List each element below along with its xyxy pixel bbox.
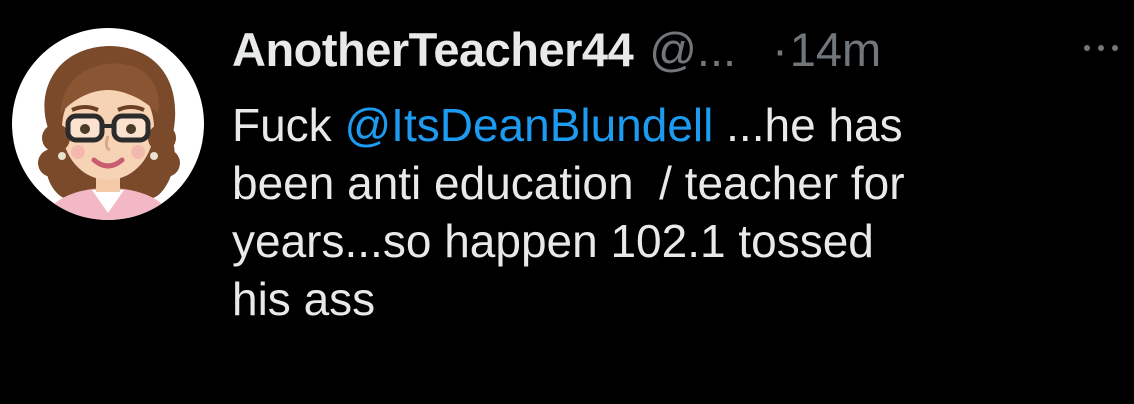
text-suffix: ...he has [713, 99, 903, 151]
separator-dot: · [772, 23, 788, 76]
tweet-header: AnotherTeacher44 @... · 14m [232, 22, 881, 78]
text-prefix: Fuck [232, 99, 345, 151]
avatar[interactable] [12, 28, 204, 220]
display-name[interactable]: AnotherTeacher44 [232, 22, 634, 78]
tweet[interactable]: AnotherTeacher44 @... · 14m Fuck @ItsDea… [0, 0, 1134, 404]
tweet-text: Fuck @ItsDeanBlundell ...he has been ant… [232, 96, 1112, 328]
user-handle[interactable]: @... [649, 22, 736, 78]
mention-link[interactable]: @ItsDeanBlundell [344, 99, 713, 151]
tweet-text-line-2: been anti education / teacher for [232, 157, 905, 209]
timestamp[interactable]: 14m [790, 22, 881, 78]
cartoon-teacher-avatar-icon [38, 46, 180, 220]
tweet-text-line-3: years...so happen 102.1 tossed [232, 215, 874, 267]
more-horizontal-icon[interactable] [1084, 42, 1118, 54]
tweet-text-line-1: Fuck @ItsDeanBlundell ...he has [232, 96, 1112, 154]
tweet-text-line-4: his ass [232, 273, 376, 325]
